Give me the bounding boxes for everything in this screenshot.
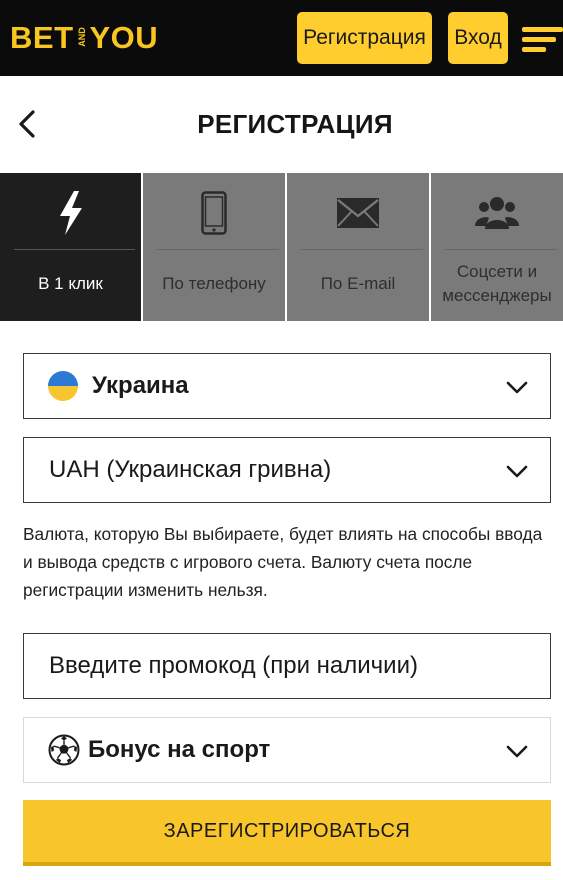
- ukraine-flag-icon: [48, 371, 78, 401]
- country-select[interactable]: Украина: [23, 353, 551, 419]
- top-bar: BET AND YOU Регистрация Вход: [0, 0, 563, 76]
- tab-label: В 1 клик: [38, 274, 103, 293]
- register-button[interactable]: Регистрация: [297, 12, 432, 64]
- lightning-icon: [0, 191, 141, 235]
- tab-divider: [301, 249, 423, 250]
- tab-label: По E-mail: [320, 274, 396, 293]
- envelope-icon: [287, 191, 429, 235]
- chevron-down-icon: [506, 465, 528, 478]
- tab-one-click[interactable]: В 1 клик: [0, 173, 141, 321]
- country-value: Украина: [92, 372, 189, 399]
- tab-divider: [445, 249, 557, 250]
- tab-label: По телефону: [162, 274, 266, 293]
- bonus-select[interactable]: Бонус на спорт: [23, 717, 551, 783]
- tab-phone[interactable]: По телефону: [143, 173, 285, 321]
- hamburger-menu-icon[interactable]: [522, 24, 563, 54]
- logo-text-bet: BET: [10, 20, 74, 55]
- tab-label: Соцсети и мессенджеры: [442, 262, 552, 305]
- chevron-down-icon: [506, 381, 528, 394]
- page-title: РЕГИСТРАЦИЯ: [197, 109, 393, 139]
- users-icon: [431, 191, 563, 235]
- soccer-ball-icon: [48, 734, 80, 766]
- promo-code-input[interactable]: Введите промокод (при наличии): [23, 633, 551, 699]
- currency-value: UAH (Украинская гривна): [49, 456, 332, 483]
- register-submit-button[interactable]: ЗАРЕГИСТРИРОВАТЬСЯ: [23, 800, 551, 866]
- tab-social[interactable]: Соцсети и мессенджеры: [431, 173, 563, 321]
- chevron-down-icon: [506, 745, 528, 758]
- logo-text-and: AND: [76, 27, 87, 47]
- currency-select[interactable]: UAH (Украинская гривна): [23, 437, 551, 503]
- phone-icon: [143, 191, 285, 235]
- bonus-value: Бонус на спорт: [88, 736, 271, 763]
- betandyou-logo[interactable]: BET AND YOU: [10, 20, 158, 56]
- tab-divider: [157, 249, 279, 250]
- currency-hint-text: Валюта, которую Вы выбираете, будет влия…: [23, 524, 543, 600]
- logo-text-you: YOU: [89, 20, 159, 55]
- registration-method-tabs: В 1 клик По телефону По E-mail Соцсети и…: [0, 173, 563, 321]
- login-button[interactable]: Вход: [448, 12, 508, 64]
- promo-code-placeholder: Введите промокод (при наличии): [49, 652, 418, 679]
- tab-divider: [14, 249, 135, 250]
- tab-email[interactable]: По E-mail: [287, 173, 429, 321]
